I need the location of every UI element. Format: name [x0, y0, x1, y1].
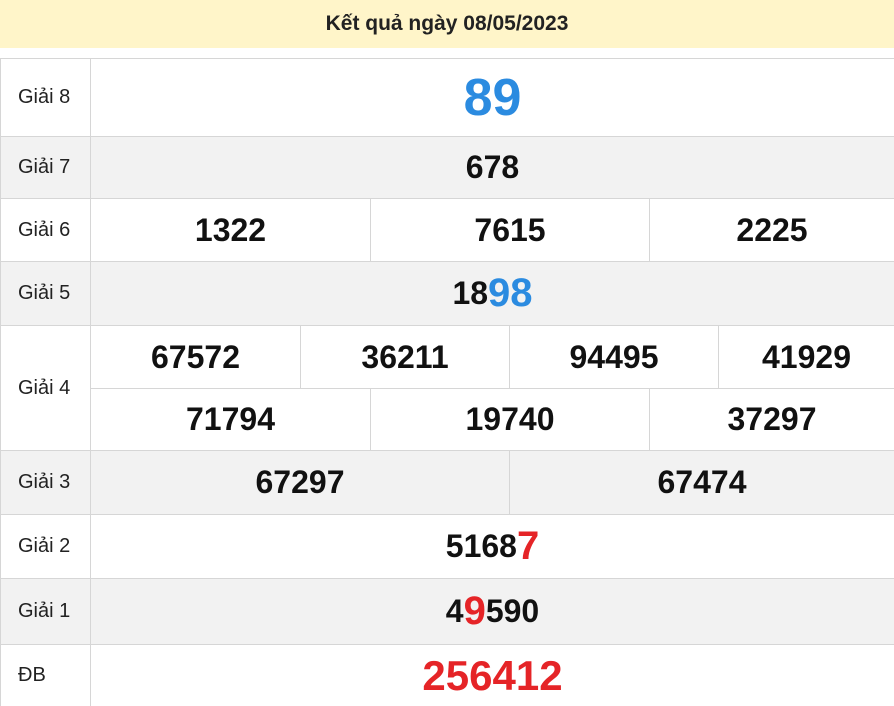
prize-label-g1: Giải 1: [0, 579, 91, 644]
prize-number-g1-highlight: 9: [463, 589, 486, 633]
prize-number-g6-1: 1322: [194, 211, 267, 248]
prize-row-db: ĐB 256412: [0, 644, 894, 706]
prize-label-db: ĐB: [0, 645, 91, 706]
prize-g4-row2: 71794 19740 37297: [91, 388, 894, 450]
prize-number-g5-plain: 18: [452, 275, 489, 311]
prize-number-g4-3: 94495: [509, 326, 718, 388]
prize-row-g5: Giải 5 18 98: [0, 261, 894, 325]
prize-number-g4-5: 71794: [186, 400, 275, 437]
prize-number-g7: 678: [465, 149, 520, 185]
prize-results-g3: 67297 67474: [91, 451, 894, 514]
prize-row-g3: Giải 3 67297 67474: [0, 450, 894, 514]
prize-g4-row1: 67572 36211 94495 41929: [91, 326, 894, 389]
prize-results-db: 256412: [91, 645, 894, 706]
prize-results-g6: 1322 7615 2225: [91, 199, 894, 261]
prize-results-g8: 89: [91, 59, 894, 136]
prize-number-g3-1: 67297: [255, 464, 345, 500]
results-header: Kết quả ngày 08/05/2023: [0, 0, 894, 48]
prize-number-g2-plain: 5168: [445, 528, 517, 564]
prize-results-g5: 18 98: [91, 262, 894, 325]
prize-number-g1-after: 590: [485, 593, 540, 629]
prize-row-g4: Giải 4 67572 36211 94495 41929 71794 197…: [0, 325, 894, 450]
prize-number-db: 256412: [422, 651, 563, 699]
prize-row-g1: Giải 1 4 9 590: [0, 578, 894, 644]
prize-label-g4: Giải 4: [0, 326, 91, 450]
prize-label-g8: Giải 8: [0, 59, 91, 136]
prize-number-g4-7: 37297: [649, 388, 894, 450]
prize-number-g5: 18 98: [91, 262, 894, 325]
header-title: Kết quả ngày 08/05/2023: [325, 12, 569, 35]
prize-number-g6-2: 7615: [370, 199, 649, 261]
prize-results-g7: 678: [91, 137, 894, 198]
prize-number-g5-highlight: 98: [488, 271, 533, 315]
prize-label-g5: Giải 5: [0, 262, 91, 325]
prize-number-g4-1: 67572: [151, 338, 240, 375]
prize-label-g2: Giải 2: [0, 515, 91, 578]
prize-row-g7: Giải 7 678: [0, 136, 894, 198]
prize-number-g2: 5168 7: [91, 515, 894, 578]
prize-row-g8: Giải 8 89: [0, 58, 894, 136]
prize-row-g6: Giải 6 1322 7615 2225: [0, 198, 894, 261]
prize-row-g2: Giải 2 5168 7: [0, 514, 894, 578]
prize-number-g1: 4 9 590: [91, 579, 894, 644]
prize-label-g6: Giải 6: [0, 199, 91, 261]
prize-number-g4-2: 36211: [300, 326, 509, 388]
prize-number-g4-4: 41929: [718, 326, 894, 388]
prize-results-g2: 5168 7: [91, 515, 894, 578]
prize-number-g4-6: 19740: [370, 388, 649, 450]
prize-results-g1: 4 9 590: [91, 579, 894, 644]
prize-results-g4: 67572 36211 94495 41929 71794 19740 3729…: [91, 326, 894, 450]
prize-number-g8: 89: [463, 68, 522, 127]
prize-number-g1-before: 4: [445, 593, 464, 629]
prize-number-g2-highlight: 7: [516, 524, 540, 568]
prize-number-g6-3: 2225: [649, 199, 894, 261]
prize-label-g3: Giải 3: [0, 451, 91, 514]
prize-label-g7: Giải 7: [0, 137, 91, 198]
prize-number-g3-2: 67474: [509, 451, 894, 514]
